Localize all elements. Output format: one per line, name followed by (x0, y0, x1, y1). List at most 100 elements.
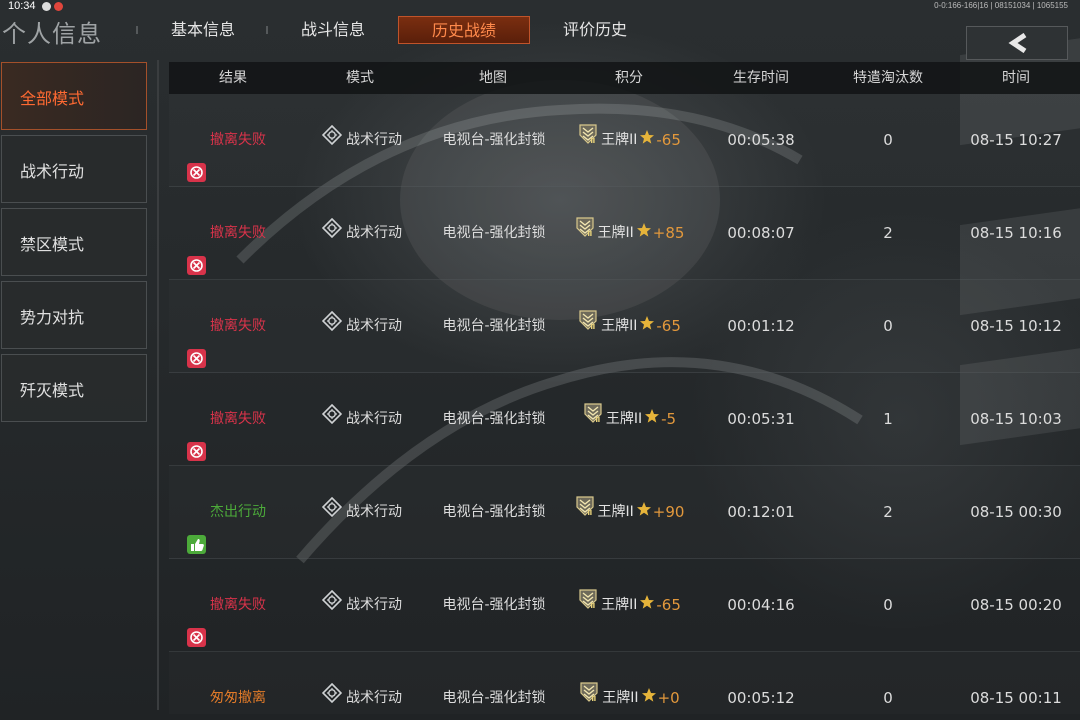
table-row[interactable]: 匆匆撤离 战术行动 电视台-强化封锁 王牌II +0 00:05:12 0 08-… (169, 652, 1080, 714)
result-label: 杰出行动 (210, 504, 266, 520)
notification-icon (54, 2, 63, 11)
table-row[interactable]: 撤离失败 战术行动 电视台-强化封锁 王牌II -65 00:04:16 0 08… (169, 559, 1080, 652)
survival-time-cell: 00:05:12 (727, 689, 795, 707)
result-label: 匆匆撤离 (210, 690, 266, 706)
rank-label: 王牌II (605, 411, 643, 427)
mode-cell: 战术行动 (297, 466, 427, 559)
tab-label: 基本信息 (170, 20, 235, 39)
score-cell: 王牌II -65 (561, 559, 697, 652)
table-row[interactable]: 撤离失败 战术行动 电视台-强化封锁 王牌II -65 00:05:38 0 08… (169, 94, 1080, 187)
score-delta: -65 (656, 596, 681, 614)
eliminations-cell: 2 (883, 503, 893, 521)
survival-time-cell: 00:04:16 (727, 596, 795, 614)
tab-label: 历史战绩 (431, 21, 496, 40)
sidebar-item-label: 战术行动 (20, 162, 85, 181)
eliminations-cell: 0 (883, 317, 893, 335)
star-icon (636, 466, 652, 559)
mode-label: 战术行动 (346, 225, 402, 241)
column-header-survival-time: 生存时间 (733, 70, 789, 86)
status-info: 0-0:166-166|16 | 08151034 | 1065155 (934, 1, 1068, 10)
map-cell: 电视台-强化封锁 (442, 690, 546, 706)
ace-rank-icon (577, 280, 599, 373)
sidebar-item-annihilation[interactable]: 歼灭模式 (1, 354, 147, 422)
rank-label: 王牌II (602, 690, 639, 706)
score-delta: +85 (652, 224, 685, 242)
header: 个人信息 基本信息 战斗信息 历史战绩 评价历史 (0, 14, 1080, 60)
column-header-eliminations: 特遣淘汰数 (853, 70, 923, 86)
rank-label: 王牌II (597, 504, 634, 520)
score-cell: 王牌II -5 (561, 373, 697, 466)
star-icon (641, 652, 657, 714)
mode-label: 战术行动 (346, 132, 402, 148)
result-cell: 撤离失败 (187, 559, 297, 652)
sidebar-item-restricted-zone[interactable]: 禁区模式 (1, 208, 147, 276)
score-delta: +90 (652, 503, 685, 521)
match-time-cell: 08-15 10:12 (970, 317, 1062, 335)
mode-label: 战术行动 (346, 504, 402, 520)
table-row[interactable]: 撤离失败 战术行动 电视台-强化封锁 王牌II -65 00:01:12 0 08… (169, 280, 1080, 373)
tab-review-history[interactable]: 评价历史 (552, 16, 638, 44)
tactical-operation-icon (321, 466, 343, 559)
mode-cell: 战术行动 (297, 280, 427, 373)
page-title: 个人信息 (2, 20, 102, 48)
mode-label: 战术行动 (346, 690, 402, 706)
sidebar-item-all-modes[interactable]: 全部模式 (1, 62, 147, 130)
ace-rank-icon (578, 652, 600, 714)
ace-rank-icon (574, 187, 596, 280)
column-header-result: 结果 (219, 70, 247, 86)
mode-label: 战术行动 (346, 597, 402, 613)
mode-cell: 战术行动 (297, 373, 427, 466)
sidebar-item-faction-battle[interactable]: 势力对抗 (1, 281, 147, 349)
table-row[interactable]: 撤离失败 战术行动 电视台-强化封锁 王牌II -5 00:05:31 1 08-… (169, 373, 1080, 466)
match-time-cell: 08-15 00:20 (970, 596, 1062, 614)
score-cell: 王牌II +90 (561, 466, 697, 559)
match-time-cell: 08-15 10:16 (970, 224, 1062, 242)
column-header-map: 地图 (479, 70, 507, 86)
star-icon (644, 373, 660, 466)
mode-label: 战术行动 (346, 318, 402, 334)
result-cell: 匆匆撤离 (187, 652, 297, 714)
score-cell: 王牌II -65 (561, 94, 697, 187)
tab-battle-info[interactable]: 战斗信息 (290, 16, 376, 44)
fail-extraction-icon (187, 596, 206, 647)
tab-match-history[interactable]: 历史战绩 (398, 16, 530, 44)
column-header-time: 时间 (1002, 70, 1030, 86)
result-label: 撤离失败 (210, 597, 266, 613)
tactical-operation-icon (321, 559, 343, 652)
star-icon (639, 559, 655, 652)
column-header-score: 积分 (615, 70, 643, 86)
mode-cell: 战术行动 (297, 559, 427, 652)
tab-basic-info[interactable]: 基本信息 (160, 16, 246, 44)
map-cell: 电视台-强化封锁 (442, 132, 546, 148)
ace-rank-icon (582, 373, 604, 466)
tactical-operation-icon (321, 94, 343, 187)
rank-label: 王牌II (601, 597, 638, 613)
map-cell: 电视台-强化封锁 (442, 225, 546, 241)
sidebar-item-tactical[interactable]: 战术行动 (1, 135, 147, 203)
mode-label: 战术行动 (346, 411, 402, 427)
table-row[interactable]: 杰出行动 战术行动 电视台-强化封锁 王牌II +90 00:12:01 2 08… (169, 466, 1080, 559)
sidebar-item-label: 歼灭模式 (20, 381, 85, 400)
survival-time-cell: 00:05:38 (727, 131, 795, 149)
survival-time-cell: 00:05:31 (727, 410, 795, 428)
match-time-cell: 08-15 10:03 (970, 410, 1062, 428)
score-cell: 王牌II +0 (561, 652, 697, 714)
result-label: 撤离失败 (210, 225, 266, 241)
tactical-operation-icon (321, 373, 343, 466)
sidebar-item-label: 禁区模式 (20, 235, 85, 254)
system-status-bar: 10:34 0-0:166-166|16 | 08151034 | 106515… (0, 0, 1080, 14)
result-cell: 撤离失败 (187, 373, 297, 466)
back-button[interactable] (966, 26, 1068, 60)
eliminations-cell: 0 (883, 596, 893, 614)
tactical-operation-icon (321, 652, 343, 714)
map-cell: 电视台-强化封锁 (442, 411, 546, 427)
result-cell: 撤离失败 (187, 94, 297, 187)
match-time-cell: 08-15 10:27 (970, 131, 1062, 149)
table-row[interactable]: 撤离失败 战术行动 电视台-强化封锁 王牌II +85 00:08:07 2 08… (169, 187, 1080, 280)
map-cell: 电视台-强化封锁 (442, 318, 546, 334)
fail-extraction-icon (187, 224, 206, 275)
tab-label: 战斗信息 (300, 20, 365, 39)
fail-extraction-icon (187, 131, 206, 182)
tactical-operation-icon (321, 187, 343, 280)
sidebar-item-label: 势力对抗 (20, 308, 85, 327)
